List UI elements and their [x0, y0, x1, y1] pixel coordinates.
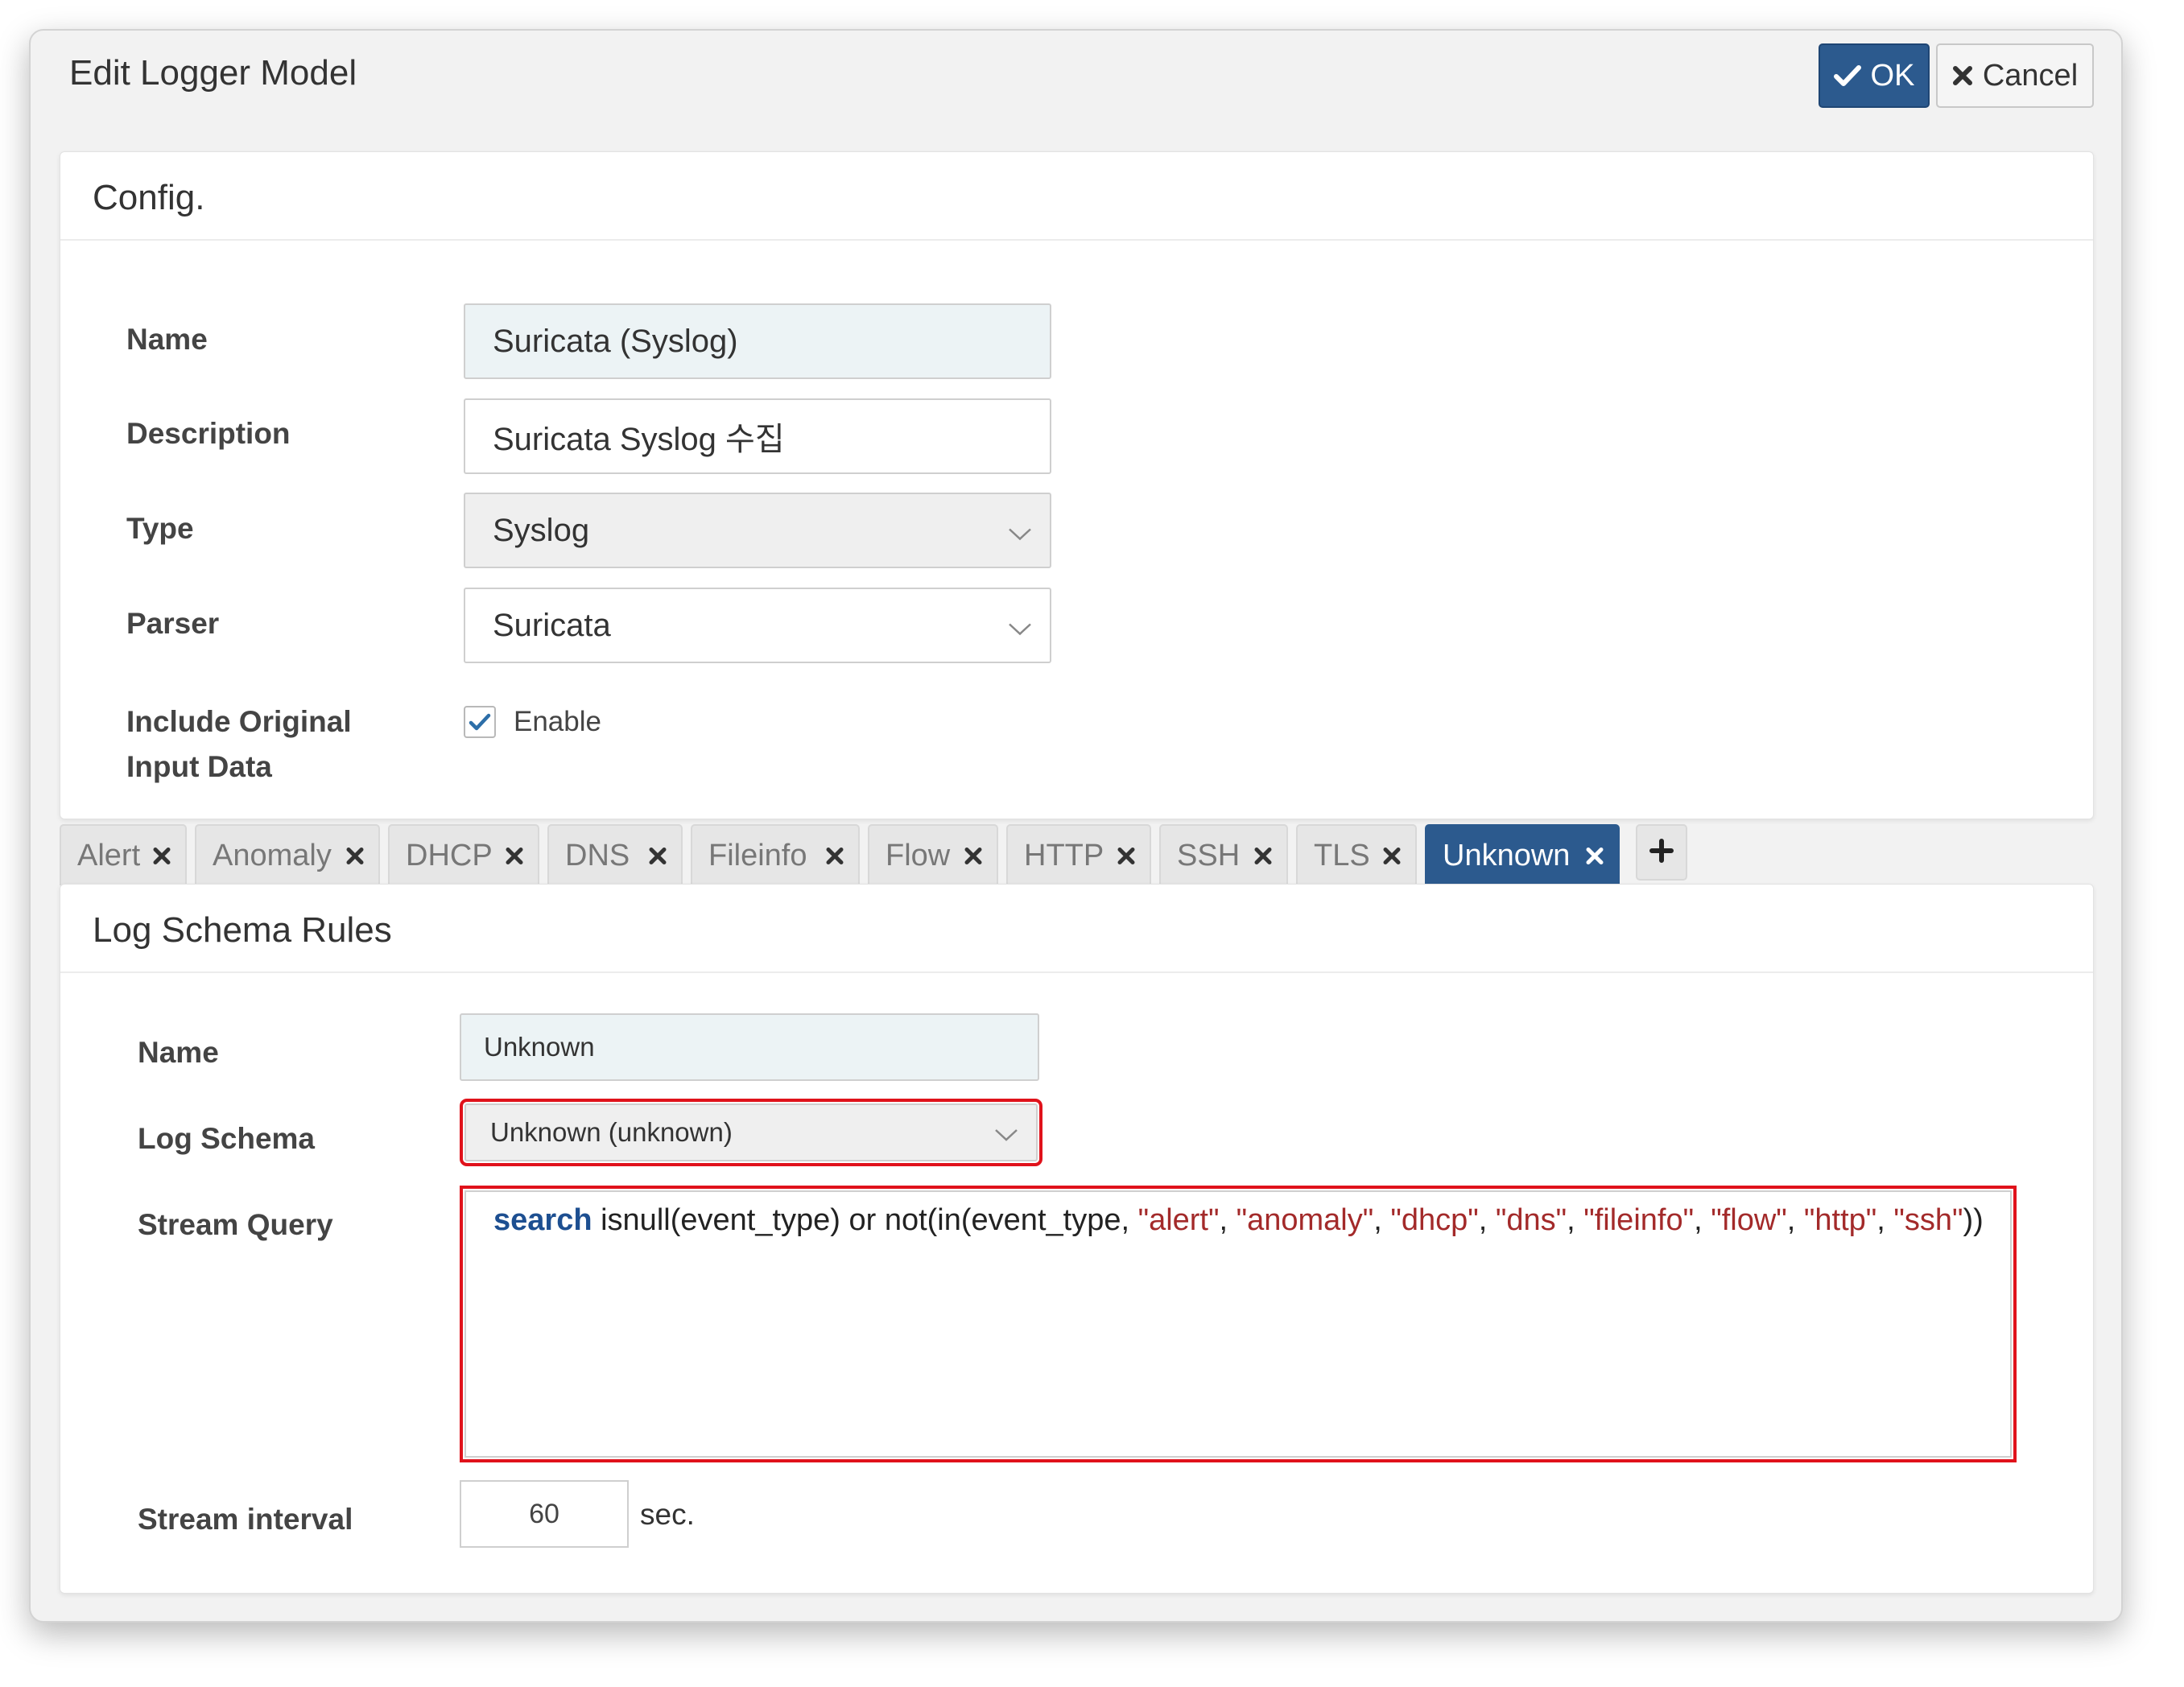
tab-fileinfo[interactable]: Fileinfo — [691, 824, 860, 885]
tab-label: DHCP — [406, 838, 493, 872]
query-separator: , — [1567, 1203, 1584, 1237]
tab-ssh[interactable]: SSH — [1159, 824, 1288, 885]
rule-name-field[interactable]: Unknown — [460, 1013, 1039, 1081]
tab-label: Alert — [77, 838, 141, 872]
query-string: "dhcp" — [1390, 1203, 1479, 1237]
type-select[interactable]: Syslog — [464, 493, 1051, 568]
query-keyword: search — [493, 1203, 592, 1237]
include-original-label: Include Original Input Data — [126, 699, 352, 790]
description-field[interactable]: Suricata Syslog 수집 — [464, 398, 1051, 474]
query-string: "flow" — [1711, 1203, 1787, 1237]
parser-select[interactable]: Suricata — [464, 588, 1051, 663]
name-value: Suricata (Syslog) — [493, 323, 738, 359]
close-icon[interactable] — [649, 839, 667, 873]
close-icon[interactable] — [506, 839, 523, 873]
query-separator: , — [1876, 1203, 1894, 1237]
log-schema-label: Log Schema — [138, 1122, 315, 1155]
close-icon[interactable] — [1117, 839, 1135, 873]
log-schema-value: Unknown (unknown) — [490, 1117, 733, 1147]
type-label: Type — [126, 512, 194, 545]
query-string: "alert" — [1137, 1203, 1220, 1237]
tab-label: HTTP — [1024, 838, 1104, 872]
close-icon — [1952, 65, 1973, 86]
check-icon — [1833, 64, 1861, 88]
tab-dns[interactable]: DNS — [547, 824, 683, 885]
rule-name-value: Unknown — [484, 1032, 595, 1062]
stream-query-label: Stream Query — [138, 1208, 333, 1241]
type-value: Syslog — [493, 512, 590, 548]
query-separator: , — [1694, 1203, 1711, 1237]
query-separator: , — [1786, 1203, 1804, 1237]
query-string: "ssh" — [1893, 1203, 1963, 1237]
close-icon[interactable] — [964, 839, 982, 873]
ok-button[interactable]: OK — [1819, 43, 1930, 108]
close-icon[interactable] — [346, 839, 364, 873]
tab-label: Flow — [886, 838, 951, 872]
config-panel-header: Config. — [60, 152, 2093, 241]
close-icon[interactable] — [1383, 839, 1401, 873]
chevron-down-icon — [1008, 513, 1032, 549]
tab-alert[interactable]: Alert — [60, 824, 187, 885]
tab-label: TLS — [1314, 838, 1370, 872]
tab-label: Anomaly — [213, 838, 332, 872]
dialog-title: Edit Logger Model — [69, 53, 357, 93]
cancel-label: Cancel — [1982, 58, 2079, 93]
close-icon[interactable] — [1586, 839, 1604, 873]
include-original-checkbox[interactable] — [464, 706, 496, 738]
close-icon[interactable] — [1254, 839, 1272, 873]
tab-label: Fileinfo — [708, 838, 807, 872]
tab-label: DNS — [565, 838, 630, 872]
close-icon[interactable] — [153, 839, 171, 873]
tab-label: Unknown — [1443, 838, 1571, 872]
checkmark-icon — [469, 713, 491, 731]
include-original-label-line2: Input Data — [126, 750, 272, 783]
stream-interval-input[interactable]: 60 — [460, 1480, 629, 1548]
query-string: "dns" — [1495, 1203, 1567, 1237]
tab-flow[interactable]: Flow — [868, 824, 998, 885]
include-original-option[interactable]: Enable — [514, 706, 601, 738]
stream-interval-value: 60 — [529, 1498, 559, 1529]
config-panel-title: Config. — [93, 178, 205, 217]
close-icon[interactable] — [826, 839, 844, 873]
query-string: "anomaly" — [1236, 1203, 1374, 1237]
chevron-down-icon — [1008, 608, 1032, 644]
ok-label: OK — [1870, 58, 1915, 93]
parser-value: Suricata — [493, 607, 611, 643]
include-original-label-line1: Include Original — [126, 705, 352, 738]
log-schema-select[interactable]: Unknown (unknown) — [460, 1099, 1042, 1166]
tab-dhcp[interactable]: DHCP — [388, 824, 539, 885]
stream-interval-unit: sec. — [640, 1498, 695, 1531]
rules-panel-header: Log Schema Rules — [60, 885, 2093, 973]
query-separator: , — [1373, 1203, 1391, 1237]
tab-unknown[interactable]: Unknown — [1425, 824, 1620, 885]
rules-panel-title: Log Schema Rules — [93, 910, 392, 950]
stream-interval-label: Stream interval — [138, 1503, 353, 1536]
query-string: "fileinfo" — [1583, 1203, 1695, 1237]
tab-http[interactable]: HTTP — [1006, 824, 1151, 885]
tab-anomaly[interactable]: Anomaly — [195, 824, 380, 885]
query-text: isnull(event_type) or not(in(event_type, — [592, 1203, 1138, 1237]
query-separator: , — [1478, 1203, 1496, 1237]
rule-name-label: Name — [138, 1036, 219, 1069]
plus-icon — [1649, 838, 1674, 867]
stream-query-editor[interactable]: search isnull(event_type) or not(in(even… — [460, 1186, 2017, 1462]
description-label: Description — [126, 417, 291, 450]
query-string: "http" — [1803, 1203, 1877, 1237]
tab-tls[interactable]: TLS — [1296, 824, 1417, 885]
name-field[interactable]: Suricata (Syslog) — [464, 303, 1051, 379]
chevron-down-icon — [994, 1117, 1018, 1148]
tab-label: SSH — [1177, 838, 1241, 872]
log-schema-rules-panel: Log Schema Rules Name Unknown Log Schema… — [60, 884, 2094, 1594]
description-value: Suricata Syslog 수집 — [493, 422, 785, 457]
add-tab-button[interactable] — [1636, 824, 1687, 881]
query-separator: , — [1219, 1203, 1236, 1237]
parser-label: Parser — [126, 607, 220, 640]
name-label: Name — [126, 323, 208, 356]
query-end: )) — [1963, 1203, 1984, 1237]
edit-logger-model-dialog: Edit Logger Model OK Cancel Config. Name… — [29, 29, 2123, 1623]
config-panel: Config. Name Suricata (Syslog) Descripti… — [60, 151, 2094, 819]
cancel-button[interactable]: Cancel — [1936, 43, 2094, 108]
